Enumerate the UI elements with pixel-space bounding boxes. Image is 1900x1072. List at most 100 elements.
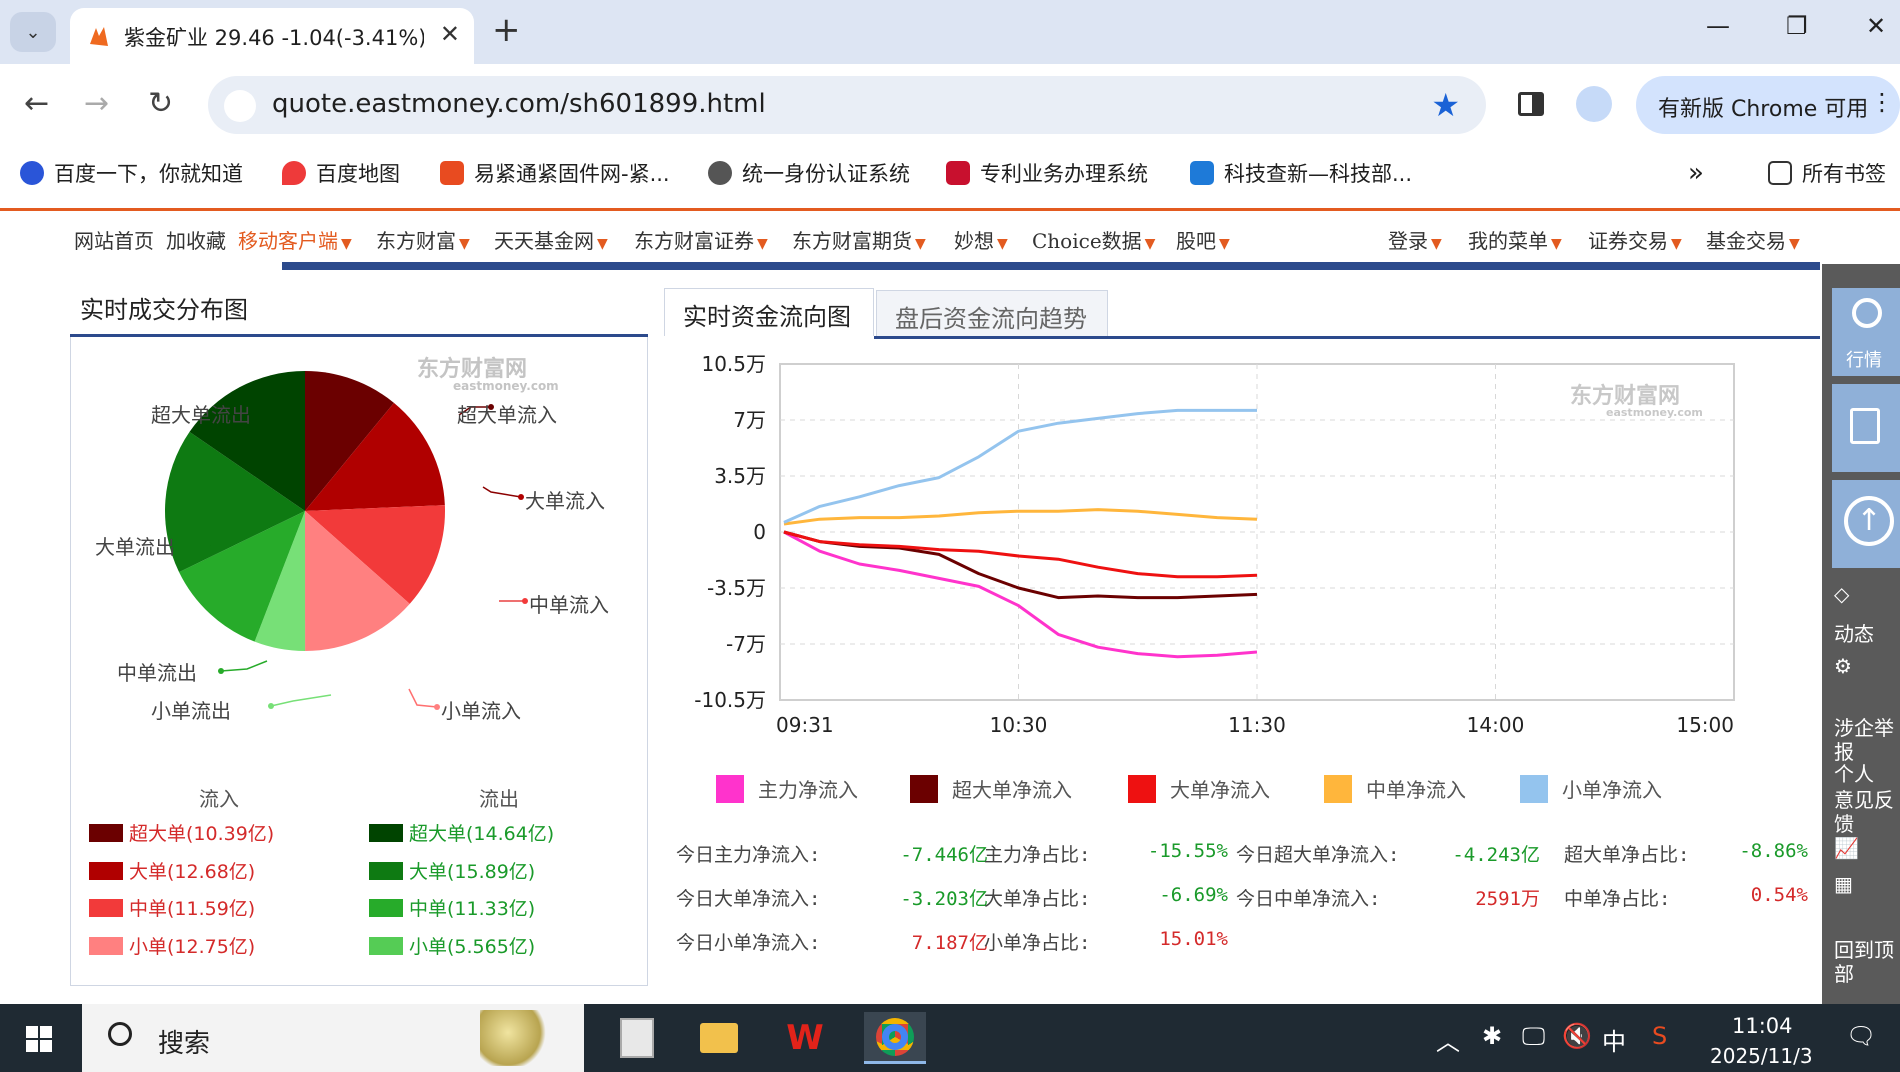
new-tab-button[interactable]: + <box>492 10 521 50</box>
feedback-label[interactable]: 意见反馈 <box>1834 788 1894 836</box>
bookmark-tech-search[interactable]: 科技查新—科技部... <box>1190 158 1412 188</box>
legend-medium[interactable]: 中单净流入 <box>1324 774 1466 803</box>
reload-button[interactable]: ↻ <box>148 86 173 121</box>
bookmark-label: 百度一下，你就知道 <box>54 162 243 186</box>
legend-swatch <box>1128 774 1156 803</box>
pie-label-l-out: 大单流出 <box>95 535 175 559</box>
y-tick-label: 0 <box>753 520 766 544</box>
forward-button[interactable]: → <box>84 86 109 121</box>
stat-medium-value: 2591万 <box>1475 888 1540 910</box>
nav-label: 妙想 <box>954 229 994 253</box>
nav-securities[interactable]: 东方财富证券 ▼ <box>634 225 768 254</box>
clock-time[interactable]: 11:04 <box>1732 1014 1793 1038</box>
nav-fund-trade[interactable]: 基金交易 ▼ <box>1706 225 1800 254</box>
nav-label: 证券交易 <box>1588 229 1668 253</box>
bookmark-patent[interactable]: 专利业务办理系统 <box>946 158 1148 188</box>
dynamic-label[interactable]: 动态 <box>1834 622 1894 646</box>
tab-realtime-flow[interactable]: 实时资金流向图 <box>664 288 874 336</box>
layers-icon[interactable]: ◇ <box>1834 582 1894 606</box>
legend-super-large[interactable]: 超大单净流入 <box>910 774 1072 803</box>
upload-button[interactable]: ↑ <box>1832 480 1900 568</box>
outflow-legend-small: 小单(5.565亿) <box>369 932 535 959</box>
nav-stock-trade[interactable]: 证券交易 ▼ <box>1588 225 1682 254</box>
report-label[interactable]: 涉企举报 <box>1834 716 1894 764</box>
personal-label[interactable]: 个人 <box>1834 762 1894 786</box>
network-icon[interactable]: 🖵 <box>1522 1022 1545 1050</box>
nav-guba[interactable]: 股吧 ▼ <box>1176 225 1230 254</box>
nav-login[interactable]: 登录 ▼ <box>1388 225 1442 254</box>
pie-box: 东方财富网 eastmoney.com 超大单流入 大单流入 中单流入 小单流入… <box>70 337 648 986</box>
more-bookmarks-label: » <box>1688 158 1704 188</box>
note-button[interactable] <box>1832 384 1900 472</box>
restore-icon[interactable]: ❐ <box>1786 12 1808 40</box>
close-window-icon[interactable]: ✕ <box>1866 12 1886 40</box>
site-info-icon[interactable] <box>224 90 256 122</box>
bookmark-star-icon[interactable]: ★ <box>1431 86 1460 124</box>
sogou-icon[interactable]: S <box>1652 1022 1667 1050</box>
legend-swatch <box>369 936 403 955</box>
pie-label-m-in: 中单流入 <box>529 593 609 617</box>
close-tab-icon[interactable]: ✕ <box>440 20 460 48</box>
nav-futures[interactable]: 东方财富期货 ▼ <box>792 225 926 254</box>
nav-fund[interactable]: 天天基金网 ▼ <box>494 225 608 254</box>
x-tick-label: 14:00 <box>1467 713 1525 737</box>
taskbar-search[interactable]: 搜索 <box>82 1004 584 1072</box>
ime-indicator[interactable]: 中 <box>1602 1022 1626 1057</box>
more-vert-icon[interactable]: ⋮ <box>1870 88 1894 116</box>
nav-eastmoney[interactable]: 东方财富 ▼ <box>376 225 470 254</box>
minimize-icon[interactable]: — <box>1706 12 1730 40</box>
wps-app-icon[interactable]: W <box>774 1012 836 1064</box>
tab-search-button[interactable]: ⌄ <box>10 12 56 52</box>
file-explorer-app-icon[interactable] <box>688 1012 750 1064</box>
settings-icon[interactable]: ⚙ <box>1834 654 1894 678</box>
nav-miaoxiang[interactable]: 妙想 ▼ <box>954 225 1008 254</box>
clock-date[interactable]: 2025/11/3 <box>1710 1044 1813 1068</box>
windows-start-icon[interactable] <box>26 1026 52 1052</box>
nav-label: 东方财富证券 <box>634 229 754 253</box>
update-chrome-button[interactable]: 有新版 Chrome 可用 ⋮ <box>1636 76 1900 134</box>
stat-main-value: -7.446亿 <box>900 844 988 866</box>
chevron-up-icon[interactable]: ︿ <box>1436 1022 1460 1057</box>
active-tab[interactable]: 紫金矿业 29.46 -1.04(-3.41%) ✕ <box>70 8 474 64</box>
quote-button[interactable]: 行情 <box>1832 288 1900 376</box>
nav-home[interactable]: 网站首页 <box>74 225 154 254</box>
notepad-app-icon[interactable] <box>606 1012 668 1064</box>
nav-favorite[interactable]: 加收藏 <box>166 225 226 254</box>
chrome-app-icon[interactable] <box>864 1012 926 1064</box>
more-bookmarks-button[interactable]: » <box>1688 158 1704 188</box>
tab-after-hours-trend[interactable]: 盘后资金流向趋势 <box>876 290 1108 338</box>
bookmark-fastener[interactable]: 易紧通紧固件网-紧... <box>440 158 670 188</box>
pie-label-sl-in: 超大单流入 <box>457 403 557 427</box>
back-to-top-button[interactable]: 回到顶部 <box>1834 938 1894 986</box>
trend-icon[interactable]: 📈 <box>1834 836 1894 860</box>
search-icon <box>1852 298 1882 328</box>
y-tick-label: 7万 <box>733 408 766 432</box>
bluetooth-icon[interactable]: ✱ <box>1482 1022 1502 1050</box>
notification-icon[interactable]: 🗨 <box>1846 1022 1876 1050</box>
legend-label: 大单(12.68亿) <box>129 861 256 883</box>
legend-large[interactable]: 大单净流入 <box>1128 774 1270 803</box>
nav-my-menu[interactable]: 我的菜单 ▼ <box>1468 225 1562 254</box>
back-button[interactable]: ← <box>24 86 49 121</box>
all-bookmarks-button[interactable]: 所有书签 <box>1768 158 1886 188</box>
address-bar[interactable]: quote.eastmoney.com/sh601899.html ★ <box>208 76 1486 134</box>
bookmark-baidu-map[interactable]: 百度地图 <box>282 158 400 188</box>
tab-title: 紫金矿业 29.46 -1.04(-3.41%) <box>124 26 424 50</box>
legend-main[interactable]: 主力净流入 <box>716 774 858 803</box>
bookmark-auth[interactable]: 统一身份认证系统 <box>708 158 910 188</box>
chevron-down-icon: ▼ <box>459 236 470 252</box>
nav-mobile[interactable]: 移动客户端 ▼ <box>238 225 352 254</box>
outflow-legend-large: 大单(15.89亿) <box>369 857 535 884</box>
legend-small[interactable]: 小单净流入 <box>1520 774 1662 803</box>
pie-label-m-out: 中单流出 <box>117 661 197 685</box>
qr-code-icon[interactable]: ▦ <box>1834 872 1894 896</box>
pie-label-sl-out: 超大单流出 <box>151 403 251 427</box>
bookmark-baidu[interactable]: 百度一下，你就知道 <box>20 158 243 188</box>
pie-label-l-in: 大单流入 <box>525 489 605 513</box>
volume-muted-icon[interactable]: 🔇 <box>1562 1022 1592 1050</box>
nav-label: 股吧 <box>1176 229 1216 253</box>
tab-label: 盘后资金流向趋势 <box>895 305 1087 333</box>
side-panel-icon[interactable] <box>1518 92 1544 116</box>
nav-choice[interactable]: Choice数据 ▼ <box>1032 225 1155 254</box>
profile-avatar[interactable] <box>1576 86 1612 122</box>
